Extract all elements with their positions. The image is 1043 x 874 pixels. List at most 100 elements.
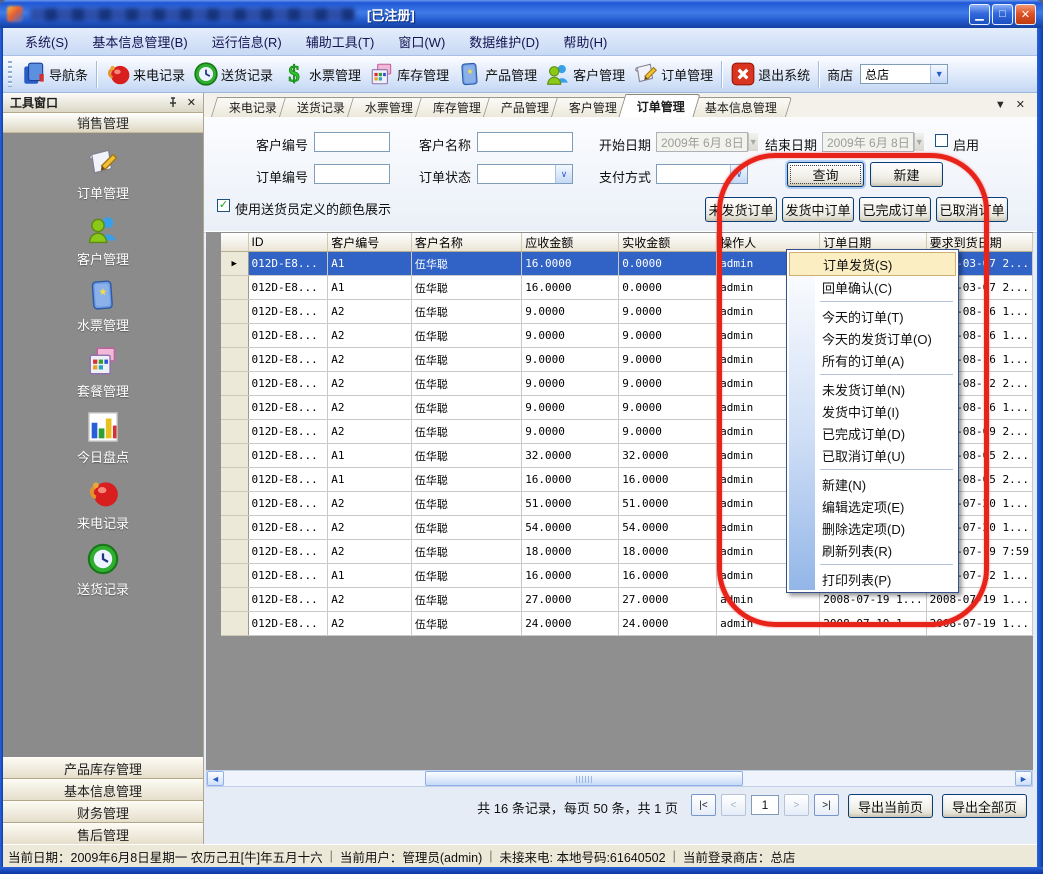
column-header[interactable]: 应收金额 (522, 233, 619, 252)
row-selector-cell[interactable] (221, 396, 248, 420)
last-page-button[interactable]: >| (814, 794, 839, 816)
row-selector-cell[interactable] (221, 516, 248, 540)
row-selector-cell[interactable]: ▶ (221, 252, 248, 276)
row-selector-cell[interactable] (221, 588, 248, 612)
order-status-select[interactable]: ∨ (477, 164, 573, 184)
row-selector-cell[interactable] (221, 372, 248, 396)
sidebar-item-book[interactable]: ★水票管理 (77, 278, 129, 334)
toolbar-button-navigator[interactable]: 导航条 (17, 59, 92, 89)
context-menu-item[interactable]: 已完成订单(D) (789, 422, 956, 444)
tab-dropdown-icon[interactable]: ▼ (995, 99, 1006, 111)
row-selector-cell[interactable] (221, 612, 248, 636)
chevron-down-icon[interactable]: ∨ (730, 165, 747, 183)
row-selector-cell[interactable] (221, 492, 248, 516)
toolbar-button-inventory[interactable]: 库存管理 (365, 59, 453, 89)
customer-no-input[interactable] (314, 132, 390, 152)
toolbar-button-customer[interactable]: 客户管理 (541, 59, 629, 89)
sidebar-item-clock[interactable]: 送货记录 (77, 542, 129, 598)
end-date-picker[interactable]: 2009年 6月 8日 ▼ (822, 132, 914, 152)
first-page-button[interactable]: |< (691, 794, 716, 816)
sidebar-item-chart[interactable]: 今日盘点 (77, 410, 129, 466)
shop-combobox[interactable]: 总店▼ (860, 64, 948, 84)
close-button[interactable]: ✕ (1015, 4, 1036, 25)
toolbar-button-exit[interactable]: 退出系统 (726, 59, 814, 89)
toolbar-grip[interactable] (8, 61, 12, 87)
status-filter-button[interactable]: 已完成订单 (859, 197, 931, 222)
sidebar-item-customer[interactable]: 客户管理 (77, 212, 129, 268)
context-menu-item[interactable]: 回单确认(C) (789, 276, 956, 298)
chevron-down-icon[interactable]: ▼ (748, 133, 758, 151)
scrollbar-thumb[interactable] (425, 771, 743, 786)
sidebar-item-order[interactable]: 订单管理 (77, 146, 129, 202)
export-current-page-button[interactable]: 导出当前页 (848, 794, 933, 818)
next-page-button[interactable]: > (784, 794, 809, 816)
toolbar-button-dollar[interactable]: $水票管理 (277, 59, 365, 89)
context-menu-item[interactable]: 删除选定项(D) (789, 517, 956, 539)
sidebar-item-inventory[interactable]: 套餐管理 (77, 344, 129, 400)
context-menu-item[interactable]: 打印列表(P) (789, 568, 956, 590)
context-menu-item[interactable]: 所有的订单(A) (789, 349, 956, 371)
start-date-picker[interactable]: 2009年 6月 8日 ▼ (656, 132, 748, 152)
toolbar-button-book[interactable]: ★产品管理 (453, 59, 541, 89)
row-selector-cell[interactable] (221, 324, 248, 348)
minimize-button[interactable]: ▁ (969, 4, 990, 25)
menubar-item[interactable]: 系统(S) (13, 28, 80, 55)
new-button[interactable]: 新建 (870, 162, 943, 187)
column-header[interactable]: 实收金额 (619, 233, 717, 252)
tab-close-icon[interactable]: ✕ (1016, 98, 1025, 111)
tab-订单管理[interactable]: 订单管理 (619, 94, 701, 117)
courier-color-checkbox[interactable]: ✓ (217, 199, 230, 212)
context-menu-item[interactable]: 未发货订单(N) (789, 378, 956, 400)
menubar-item[interactable]: 数据维护(D) (457, 28, 551, 55)
export-all-pages-button[interactable]: 导出全部页 (942, 794, 1027, 818)
row-selector-cell[interactable] (221, 444, 248, 468)
tab-基本信息管理[interactable]: 基本信息管理 (687, 97, 792, 117)
toolbar-button-bell[interactable]: 来电记录 (101, 59, 189, 89)
maximize-button[interactable]: □ (992, 4, 1013, 25)
toolbar-button-order[interactable]: 订单管理 (629, 59, 717, 89)
context-menu-item[interactable]: 订单发货(S) (789, 252, 956, 276)
menubar-item[interactable]: 辅助工具(T) (294, 28, 387, 55)
chevron-down-icon[interactable]: ∨ (555, 165, 572, 183)
menubar-item[interactable]: 窗口(W) (386, 28, 457, 55)
sidebar-section-bar[interactable]: 财务管理 (3, 801, 203, 823)
row-selector-cell[interactable] (221, 468, 248, 492)
context-menu-item[interactable]: 今天的发货订单(O) (789, 327, 956, 349)
row-selector-cell[interactable] (221, 300, 248, 324)
menubar-item[interactable]: 运行信息(R) (200, 28, 294, 55)
menubar-item[interactable]: 基本信息管理(B) (80, 28, 199, 55)
sidebar-section-bar[interactable]: 基本信息管理 (3, 779, 203, 801)
column-header[interactable]: ID (248, 233, 328, 252)
chevron-down-icon[interactable]: ▼ (930, 65, 947, 83)
scroll-left-icon[interactable]: ◄ (207, 771, 224, 786)
status-filter-button[interactable]: 已取消订单 (936, 197, 1008, 222)
prev-page-button[interactable]: < (721, 794, 746, 816)
status-filter-button[interactable]: 发货中订单 (782, 197, 854, 222)
sidebar-item-bell[interactable]: 来电记录 (77, 476, 129, 532)
context-menu-item[interactable]: 刷新列表(R) (789, 539, 956, 561)
row-selector-cell[interactable] (221, 420, 248, 444)
context-menu-item[interactable]: 新建(N) (789, 473, 956, 495)
row-selector-cell[interactable] (221, 348, 248, 372)
table-row[interactable]: 012D-E8...A2伍华聪24.000024.0000admin2008-0… (221, 612, 1033, 636)
toolbar-button-clock[interactable]: 送货记录 (189, 59, 277, 89)
sidebar-section-sales[interactable]: 销售管理 (3, 113, 203, 133)
customer-name-input[interactable] (477, 132, 573, 152)
column-header[interactable]: 客户编号 (328, 233, 412, 252)
page-number-input[interactable]: 1 (751, 795, 779, 815)
row-selector-cell[interactable] (221, 276, 248, 300)
context-menu-item[interactable]: 已取消订单(U) (789, 444, 956, 466)
column-header[interactable]: 客户名称 (411, 233, 521, 252)
context-menu-item[interactable]: 发货中订单(I) (789, 400, 956, 422)
status-filter-button[interactable]: 未发货订单 (705, 197, 777, 222)
pay-method-select[interactable]: ∨ (656, 164, 748, 184)
enable-checkbox[interactable] (935, 134, 948, 147)
row-selector-cell[interactable] (221, 540, 248, 564)
chevron-down-icon[interactable]: ▼ (914, 133, 924, 151)
sidebar-section-bar[interactable]: 售后管理 (3, 823, 203, 845)
sidebar-section-bar[interactable]: 产品库存管理 (3, 757, 203, 779)
tool-window-close-icon[interactable]: ✕ (187, 96, 196, 109)
menubar-item[interactable]: 帮助(H) (551, 28, 619, 55)
row-selector-cell[interactable] (221, 564, 248, 588)
scroll-right-icon[interactable]: ► (1015, 771, 1032, 786)
